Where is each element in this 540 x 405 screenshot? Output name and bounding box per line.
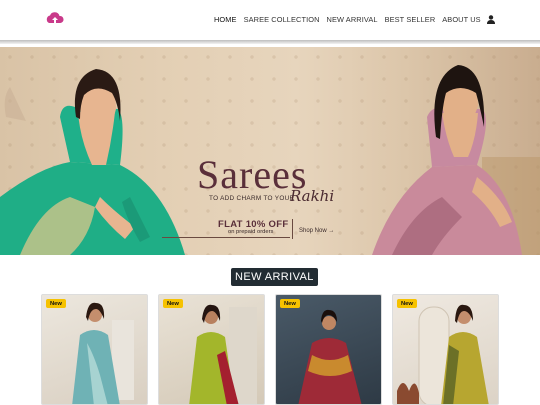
product-card[interactable]: New xyxy=(275,294,382,405)
new-badge: New xyxy=(46,299,66,308)
site-header: HOME SAREE COLLECTION NEW ARRIVAL BEST S… xyxy=(0,0,540,42)
user-icon[interactable] xyxy=(487,15,495,24)
right-model-image xyxy=(372,65,540,255)
offer-underline xyxy=(162,237,290,238)
banner-offer-sub: on prepaid orders xyxy=(228,229,274,235)
nav-new-arrival[interactable]: NEW ARRIVAL xyxy=(327,15,378,24)
product-image xyxy=(397,304,489,404)
offer-divider xyxy=(292,219,293,239)
left-model-image xyxy=(0,69,185,255)
new-badge: New xyxy=(280,299,300,308)
nav-saree-collection[interactable]: SAREE COLLECTION xyxy=(244,15,320,24)
new-badge: New xyxy=(397,299,417,308)
section-title-new-arrival: NEW ARRIVAL xyxy=(231,268,318,286)
cloud-logo-icon[interactable] xyxy=(44,9,66,31)
product-card[interactable]: New xyxy=(392,294,499,405)
product-image xyxy=(189,304,257,404)
shop-now-link[interactable]: Shop Now → xyxy=(299,228,334,234)
main-nav: HOME SAREE COLLECTION NEW ARRIVAL BEST S… xyxy=(214,15,481,24)
hero-banner[interactable]: Sarees TO ADD CHARM TO YOUR Rakhi FLAT 1… xyxy=(0,47,540,255)
banner-script-text: Rakhi xyxy=(290,187,335,205)
product-image xyxy=(72,302,134,404)
nav-home[interactable]: HOME xyxy=(214,15,237,24)
product-card[interactable]: New xyxy=(41,294,148,405)
banner-tagline: TO ADD CHARM TO YOUR xyxy=(209,195,295,202)
product-card[interactable]: New xyxy=(158,294,265,405)
new-badge: New xyxy=(163,299,183,308)
nav-about-us[interactable]: ABOUT US xyxy=(442,15,480,24)
nav-best-seller[interactable]: BEST SELLER xyxy=(385,15,436,24)
header-divider xyxy=(0,40,540,44)
product-image xyxy=(298,309,362,404)
